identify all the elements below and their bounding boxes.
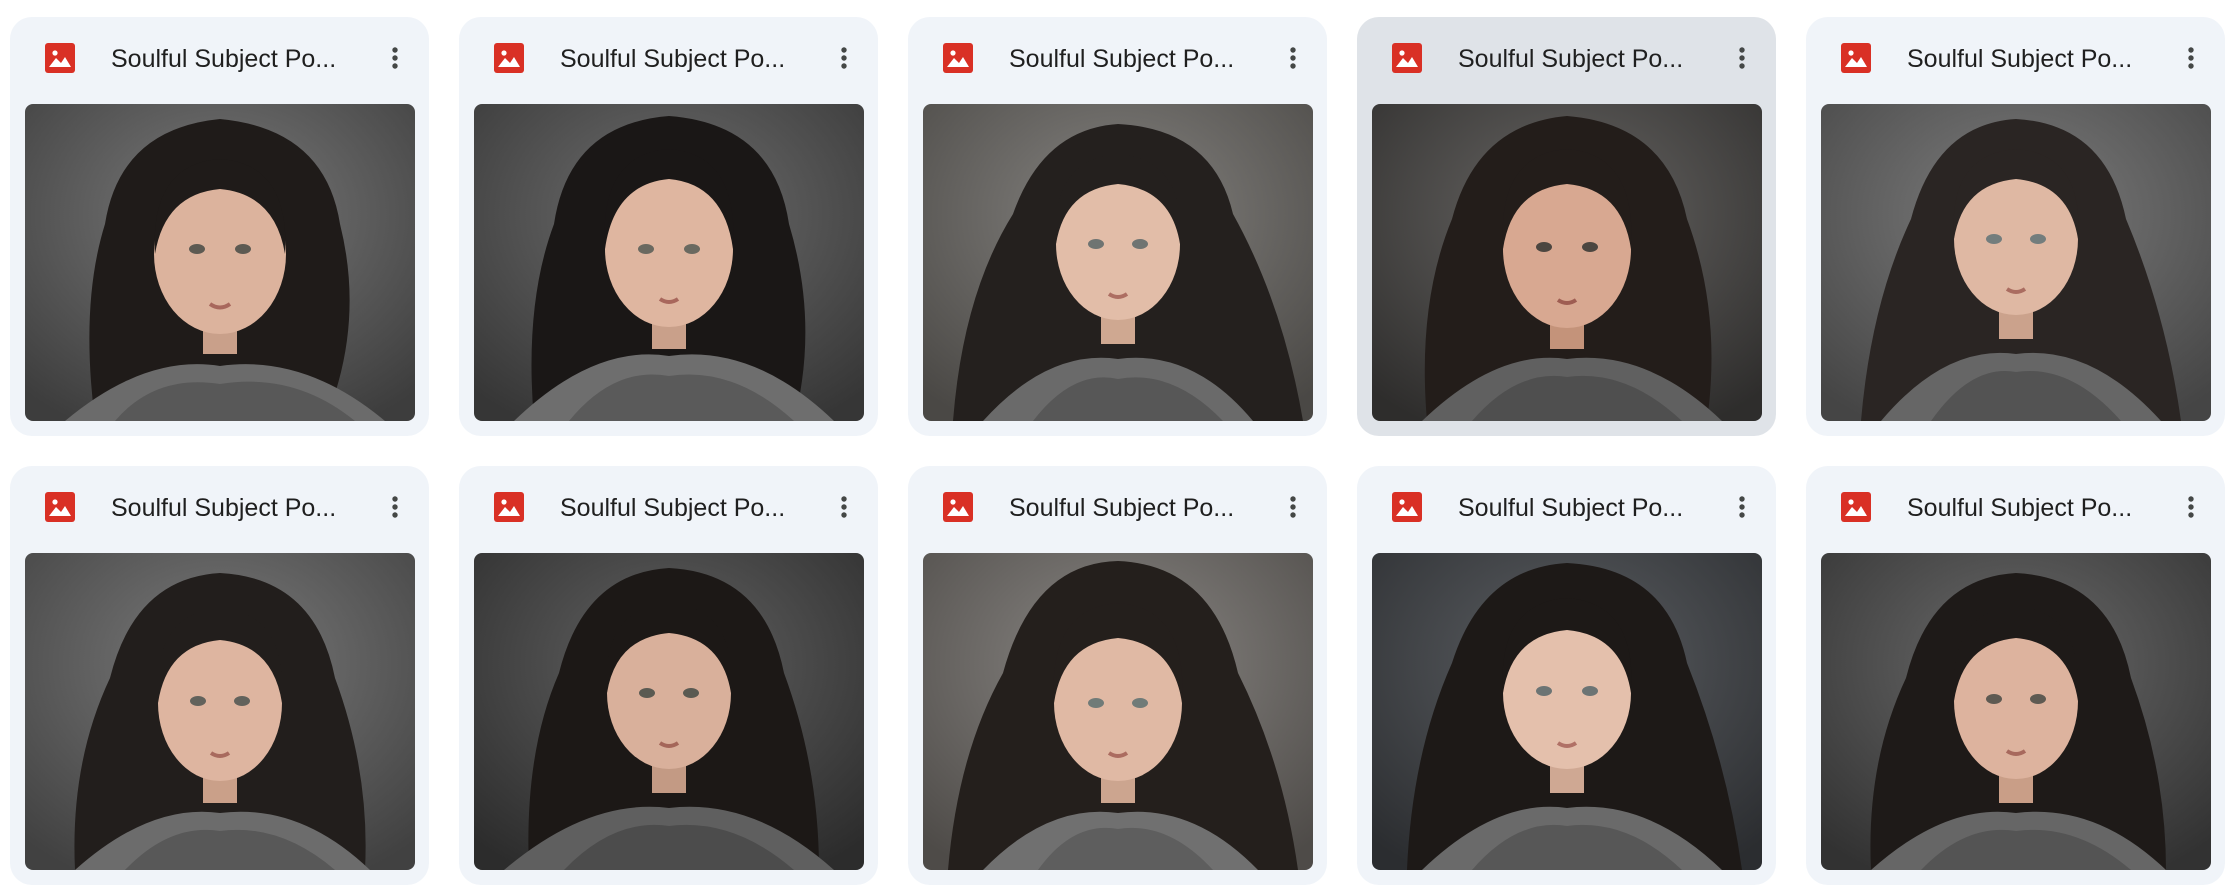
more-options-button[interactable] <box>1274 39 1312 77</box>
image-file-icon <box>943 43 973 73</box>
file-card-header: Soulful Subject Po... <box>1806 17 2225 87</box>
image-file-icon <box>494 43 524 73</box>
file-thumbnail[interactable] <box>1821 104 2211 421</box>
more-vert-icon <box>1739 496 1745 518</box>
file-card-header: Soulful Subject Po... <box>1357 466 1776 536</box>
more-options-button[interactable] <box>376 39 414 77</box>
more-vert-icon <box>1290 47 1296 69</box>
file-title: Soulful Subject Po... <box>1907 45 2133 73</box>
file-thumbnail[interactable] <box>923 553 1313 870</box>
file-thumbnail[interactable] <box>1372 553 1762 870</box>
file-title: Soulful Subject Po... <box>111 45 337 73</box>
file-title: Soulful Subject Po... <box>1458 494 1684 522</box>
file-thumbnail[interactable] <box>474 104 864 421</box>
portrait-photo <box>1821 553 2211 870</box>
file-thumbnail[interactable] <box>1372 104 1762 421</box>
file-thumbnail[interactable] <box>1821 553 2211 870</box>
file-card-header: Soulful Subject Po... <box>10 466 429 536</box>
more-vert-icon <box>392 47 398 69</box>
file-card[interactable]: Soulful Subject Po... <box>10 17 429 436</box>
file-card[interactable]: Soulful Subject Po... <box>459 17 878 436</box>
file-card-header: Soulful Subject Po... <box>10 17 429 87</box>
file-card-header: Soulful Subject Po... <box>459 466 878 536</box>
file-card[interactable]: Soulful Subject Po... <box>1357 466 1776 885</box>
file-title: Soulful Subject Po... <box>1458 45 1684 73</box>
more-options-button[interactable] <box>1274 488 1312 526</box>
image-file-icon <box>1841 492 1871 522</box>
file-title: Soulful Subject Po... <box>560 45 786 73</box>
more-vert-icon <box>2188 496 2194 518</box>
file-title: Soulful Subject Po... <box>560 494 786 522</box>
file-card-header: Soulful Subject Po... <box>908 466 1327 536</box>
more-vert-icon <box>841 496 847 518</box>
portrait-photo <box>474 104 864 421</box>
file-title: Soulful Subject Po... <box>111 494 337 522</box>
file-card[interactable]: Soulful Subject Po... <box>10 466 429 885</box>
file-card[interactable]: Soulful Subject Po... <box>908 17 1327 436</box>
file-thumbnail[interactable] <box>25 104 415 421</box>
file-card[interactable]: Soulful Subject Po... <box>1806 17 2225 436</box>
image-file-icon <box>45 492 75 522</box>
file-card-header: Soulful Subject Po... <box>459 17 878 87</box>
image-file-icon <box>943 492 973 522</box>
file-grid: Soulful Subject Po... Soulful Subject Po… <box>10 17 2225 885</box>
image-file-icon <box>1841 43 1871 73</box>
portrait-photo <box>923 553 1313 870</box>
file-card[interactable]: Soulful Subject Po... <box>1806 466 2225 885</box>
more-vert-icon <box>2188 47 2194 69</box>
file-thumbnail[interactable] <box>474 553 864 870</box>
file-card[interactable]: Soulful Subject Po... <box>908 466 1327 885</box>
file-card-header: Soulful Subject Po... <box>1806 466 2225 536</box>
image-file-icon <box>45 43 75 73</box>
more-vert-icon <box>841 47 847 69</box>
portrait-photo <box>1372 553 1762 870</box>
more-options-button[interactable] <box>376 488 414 526</box>
more-options-button[interactable] <box>1723 39 1761 77</box>
more-options-button[interactable] <box>825 39 863 77</box>
more-vert-icon <box>392 496 398 518</box>
file-card-header: Soulful Subject Po... <box>1357 17 1776 87</box>
portrait-photo <box>923 104 1313 421</box>
more-options-button[interactable] <box>1723 488 1761 526</box>
image-file-icon <box>1392 43 1422 73</box>
file-title: Soulful Subject Po... <box>1009 45 1235 73</box>
image-file-icon <box>1392 492 1422 522</box>
more-options-button[interactable] <box>825 488 863 526</box>
more-vert-icon <box>1290 496 1296 518</box>
image-file-icon <box>494 492 524 522</box>
file-thumbnail[interactable] <box>25 553 415 870</box>
file-card-header: Soulful Subject Po... <box>908 17 1327 87</box>
portrait-photo <box>1372 104 1762 421</box>
file-thumbnail[interactable] <box>923 104 1313 421</box>
more-vert-icon <box>1739 47 1745 69</box>
portrait-photo <box>25 553 415 870</box>
more-options-button[interactable] <box>2172 39 2210 77</box>
more-options-button[interactable] <box>2172 488 2210 526</box>
file-card[interactable]: Soulful Subject Po... <box>1357 17 1776 436</box>
file-card[interactable]: Soulful Subject Po... <box>459 466 878 885</box>
file-title: Soulful Subject Po... <box>1907 494 2133 522</box>
portrait-photo <box>474 553 864 870</box>
portrait-photo <box>1821 104 2211 421</box>
file-title: Soulful Subject Po... <box>1009 494 1235 522</box>
portrait-photo <box>25 104 415 421</box>
